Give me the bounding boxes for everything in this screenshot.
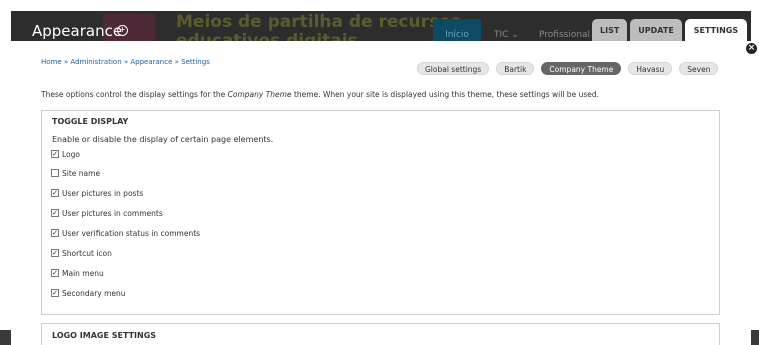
checkbox-main-menu[interactable]: ✓: [51, 269, 59, 277]
settings-description-theme: Company Theme: [227, 90, 292, 99]
shortcut-add-icon[interactable]: +: [117, 25, 128, 36]
background-site-title-line1: Meios de partilha de recursos: [176, 12, 461, 32]
checkbox-user-pictures-posts[interactable]: ✓: [51, 189, 59, 197]
checkbox-label-main-menu[interactable]: Main menu: [62, 269, 104, 278]
toggle-display-legend[interactable]: TOGGLE DISPLAY: [52, 117, 128, 126]
checkbox-row-user-pictures-comments: ✓ User pictures in comments: [51, 208, 163, 218]
checkbox-row-site-name: Site name: [51, 168, 100, 178]
tab-update[interactable]: Update: [630, 19, 682, 42]
checkbox-label-user-pictures-comments[interactable]: User pictures in comments: [62, 209, 163, 218]
toggle-display-description: Enable or disable the display of certain…: [52, 135, 274, 144]
checkbox-label-secondary-menu[interactable]: Secondary menu: [62, 289, 126, 298]
checkbox-label-user-pictures-posts[interactable]: User pictures in posts: [62, 189, 143, 198]
checkbox-row-user-pictures-posts: ✓ User pictures in posts: [51, 188, 143, 198]
settings-description: These options control the display settin…: [41, 90, 599, 99]
theme-button-global-settings[interactable]: Global settings: [417, 62, 490, 75]
checkbox-site-name[interactable]: [51, 169, 59, 177]
tab-list[interactable]: List: [592, 19, 628, 42]
checkbox-row-shortcut-icon: ✓ Shortcut icon: [51, 248, 112, 258]
close-icon[interactable]: ×: [745, 42, 758, 55]
checkbox-user-verification[interactable]: ✓: [51, 229, 59, 237]
checkbox-logo[interactable]: ✓: [51, 150, 59, 158]
settings-description-after: theme. When your site is displayed using…: [291, 90, 599, 99]
checkbox-row-logo: ✓ Logo: [51, 149, 80, 159]
tab-settings[interactable]: Settings: [684, 19, 748, 43]
theme-button-company-theme[interactable]: Company Theme: [541, 62, 622, 75]
theme-switcher: Global settings Bartik Company Theme Hav…: [417, 62, 719, 75]
logo-image-settings-legend[interactable]: LOGO IMAGE SETTINGS: [52, 331, 156, 340]
page-edge-right: [751, 330, 759, 345]
theme-button-seven[interactable]: Seven: [679, 62, 719, 75]
page-edge-left: [0, 330, 11, 345]
checkbox-label-shortcut-icon[interactable]: Shortcut icon: [62, 249, 112, 258]
checkbox-label-logo[interactable]: Logo: [62, 150, 80, 159]
overlay-title: Appearance: [32, 22, 123, 40]
theme-button-havasu[interactable]: Havasu: [628, 62, 673, 75]
breadcrumb[interactable]: Home » Administration » Appearance » Set…: [41, 58, 210, 66]
theme-button-bartik[interactable]: Bartik: [496, 62, 535, 75]
logo-image-settings-fieldset: LOGO IMAGE SETTINGS: [41, 323, 720, 345]
overlay-tabs: List Update Settings: [592, 19, 748, 43]
checkbox-row-secondary-menu: ✓ Secondary menu: [51, 288, 126, 298]
checkbox-row-main-menu: ✓ Main menu: [51, 268, 104, 278]
checkbox-label-site-name[interactable]: Site name: [62, 169, 100, 178]
checkbox-shortcut-icon[interactable]: ✓: [51, 249, 59, 257]
checkbox-label-user-verification[interactable]: User verification status in comments: [62, 229, 200, 238]
settings-description-before: These options control the display settin…: [41, 90, 228, 99]
checkbox-secondary-menu[interactable]: ✓: [51, 289, 59, 297]
checkbox-row-user-verification: ✓ User verification status in comments: [51, 228, 200, 238]
checkbox-user-pictures-comments[interactable]: ✓: [51, 209, 59, 217]
